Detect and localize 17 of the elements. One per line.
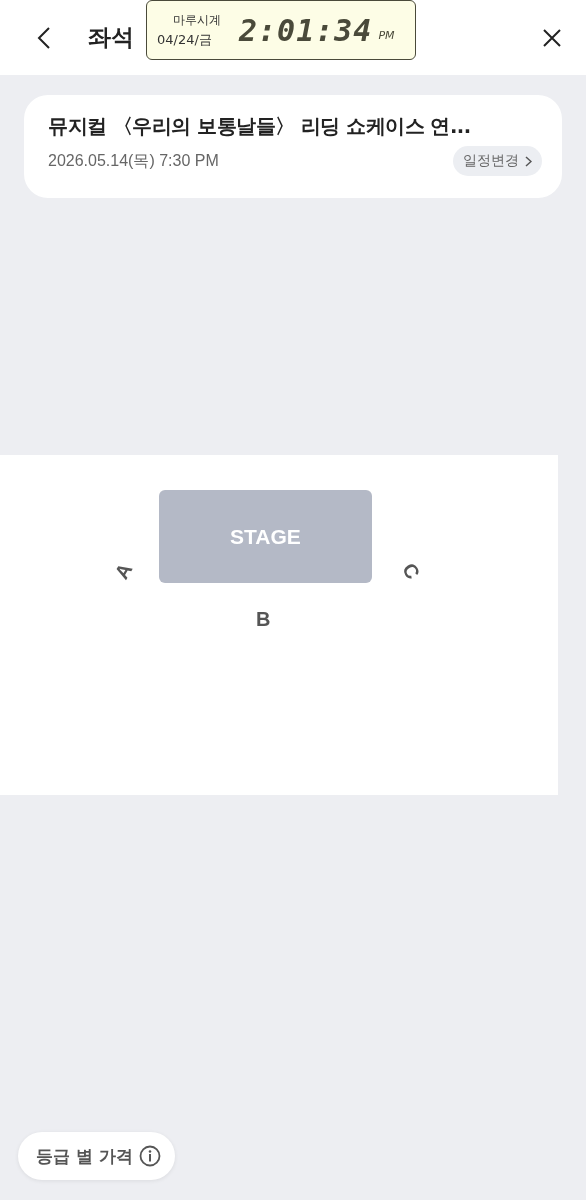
page-title: 좌석 [88, 23, 134, 52]
close-icon[interactable] [542, 27, 562, 48]
clock-label: 마루시계 [173, 11, 221, 29]
back-icon[interactable] [36, 25, 52, 50]
section-label[interactable]: A [110, 559, 136, 583]
clock-time: 2:01:34 [239, 12, 373, 48]
event-title: 뮤지컬 〈우리의 보통날들〉 리딩 쇼케이스 연... [48, 114, 472, 140]
info-icon [138, 1145, 161, 1167]
chevron-right-icon [525, 155, 532, 167]
clock-meridiem: PM [378, 28, 395, 42]
section-label[interactable]: B [256, 609, 271, 629]
section-label[interactable]: C [398, 559, 424, 583]
clock-date: 04/24/금 [157, 30, 213, 49]
event-datetime: 2026.05.14(목) 7:30 PM [48, 150, 219, 171]
stage-area: STAGE [159, 490, 372, 583]
change-schedule-button[interactable]: 일정변경 [453, 146, 542, 176]
price-by-grade-button[interactable]: 등급 별 가격 [18, 1132, 175, 1180]
